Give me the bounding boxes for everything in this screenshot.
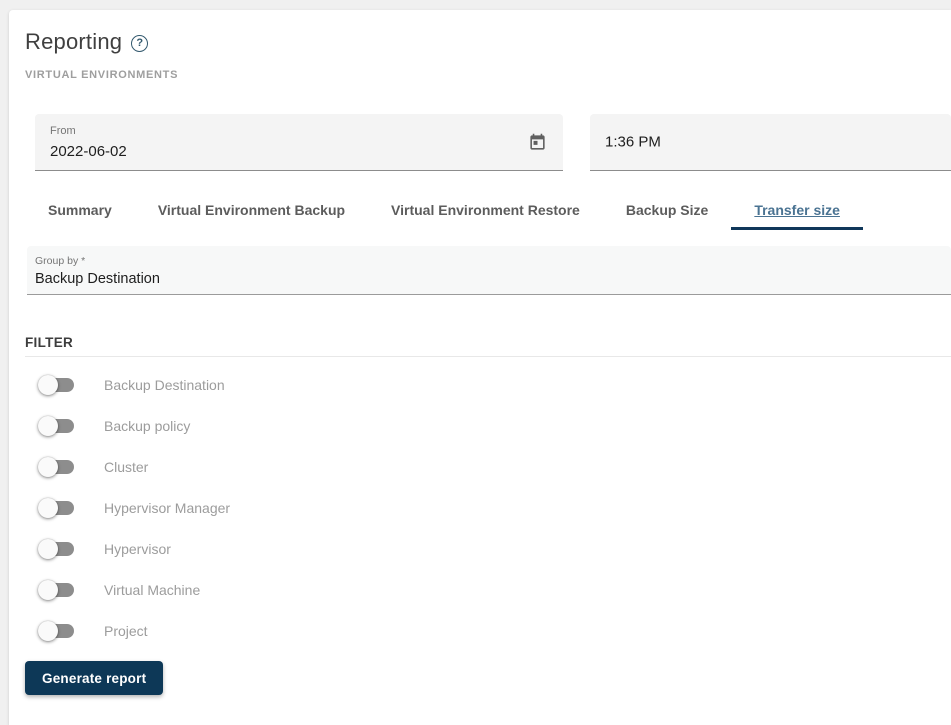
toggle-thumb [38, 415, 58, 436]
toggle-label: Cluster [104, 458, 149, 475]
filter-toggle-row-cluster: Cluster [9, 446, 951, 487]
toggle-thumb [38, 579, 58, 600]
filter-toggle-row-backup-destination: Backup Destination [9, 364, 951, 405]
tab-label: Backup Size [625, 202, 709, 218]
tab-virtual-environment-backup[interactable]: Virtual Environment Backup [135, 190, 368, 230]
filter-heading: FILTER [25, 335, 74, 350]
page-title: Reporting [25, 29, 123, 54]
page-title-row: Reporting ? [25, 29, 951, 55]
tab-backup-size[interactable]: Backup Size [603, 190, 731, 230]
toggle-switch[interactable] [38, 415, 76, 436]
toggle-switch[interactable] [38, 456, 76, 477]
tab-label: Summary [48, 202, 112, 218]
datetime-row: From 2022-06-02 1:36 PM [35, 114, 951, 171]
generate-report-button[interactable]: Generate report [25, 661, 164, 695]
filter-toggle-row-project: Project [9, 610, 951, 651]
filter-toggle-list: Backup Destination Backup policy Cluster [9, 364, 951, 651]
tab-label: Transfer size [754, 202, 840, 218]
report-tabs: Summary Virtual Environment Backup Virtu… [25, 190, 951, 230]
group-by-label: Group by * [35, 255, 86, 267]
calendar-icon[interactable] [525, 130, 549, 154]
toggle-label: Hypervisor Manager [104, 499, 231, 516]
filter-toggle-row-virtual-machine: Virtual Machine [9, 569, 951, 610]
toggle-switch[interactable] [38, 579, 76, 600]
toggle-thumb [38, 620, 58, 641]
filter-toggle-row-hypervisor: Hypervisor [9, 528, 951, 569]
toggle-switch[interactable] [38, 374, 76, 395]
filter-divider [25, 356, 951, 357]
toggle-thumb [38, 374, 58, 395]
tab-summary[interactable]: Summary [25, 190, 135, 230]
group-by-select[interactable]: Group by * Backup Destination [27, 246, 951, 295]
time-value: 1:36 PM [605, 133, 661, 151]
toggle-label: Backup Destination [104, 376, 225, 393]
from-date-label: From [50, 125, 76, 137]
tab-label: Virtual Environment Backup [157, 202, 346, 218]
toggle-thumb [38, 497, 58, 518]
from-date-field[interactable]: From 2022-06-02 [35, 114, 563, 171]
toggle-thumb [38, 538, 58, 559]
tab-transfer-size[interactable]: Transfer size [731, 190, 863, 230]
toggle-label: Project [104, 622, 148, 639]
toggle-thumb [38, 456, 58, 477]
toggle-label: Backup policy [104, 417, 191, 434]
toggle-switch[interactable] [38, 497, 76, 518]
tab-virtual-environment-restore[interactable]: Virtual Environment Restore [368, 190, 603, 230]
filter-toggle-row-hypervisor-manager: Hypervisor Manager [9, 487, 951, 528]
toggle-label: Virtual Machine [104, 581, 201, 598]
help-icon[interactable]: ? [131, 34, 149, 52]
from-date-value: 2022-06-02 [50, 143, 127, 160]
toggle-switch[interactable] [38, 538, 76, 559]
tab-label: Virtual Environment Restore [391, 202, 580, 218]
toggle-switch[interactable] [38, 620, 76, 641]
reporting-card: Reporting ? VIRTUAL ENVIRONMENTS From 20… [9, 10, 951, 725]
toggle-label: Hypervisor [104, 540, 171, 557]
breadcrumb-section-label: VIRTUAL ENVIRONMENTS [25, 69, 179, 81]
group-by-value: Backup Destination [35, 271, 160, 287]
filter-toggle-row-backup-policy: Backup policy [9, 405, 951, 446]
time-field[interactable]: 1:36 PM [590, 114, 951, 171]
